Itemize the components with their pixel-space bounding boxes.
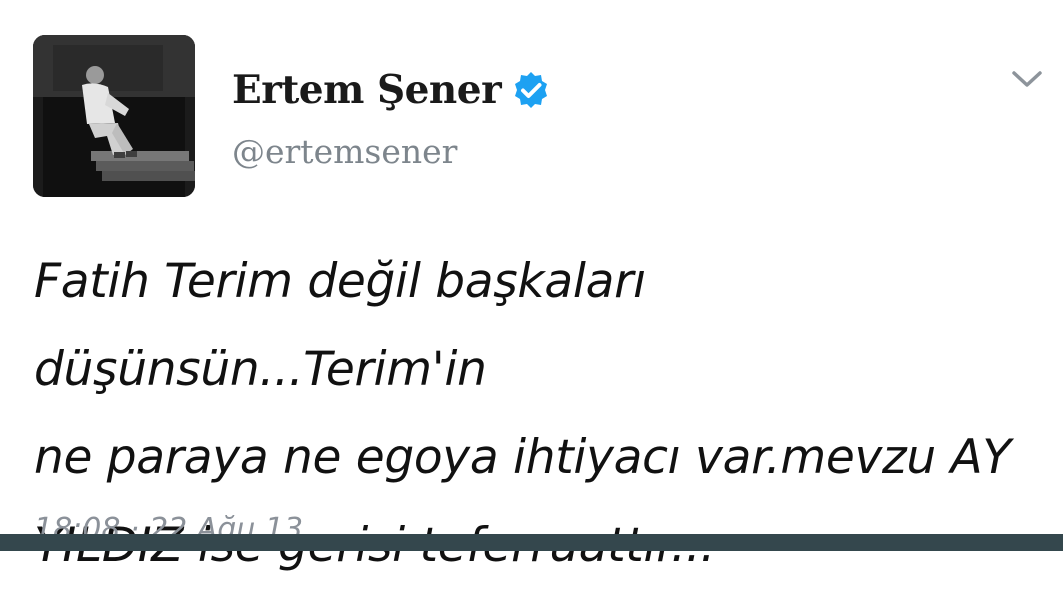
tweet-card: Ertem Şener @ertemsener Fatih Terim deği… [0, 0, 1063, 573]
user-handle[interactable]: @ertemsener [232, 132, 932, 171]
tweet-text-line-1: Fatih Terim değil başkaları düşünsün...T… [34, 254, 646, 397]
display-name[interactable]: Ertem Şener [232, 67, 502, 113]
verified-badge-icon [511, 70, 551, 110]
name-row: Ertem Şener [232, 62, 932, 118]
bottom-bar [0, 534, 1063, 551]
profile-photo-icon [33, 35, 195, 197]
chevron-down-icon[interactable] [1010, 68, 1044, 90]
tweet-text-line-2: ne paraya ne egoya ihtiyacı var.mevzu AY [34, 430, 1011, 485]
avatar[interactable] [33, 35, 195, 197]
tweet-header: Ertem Şener @ertemsener [232, 62, 932, 182]
